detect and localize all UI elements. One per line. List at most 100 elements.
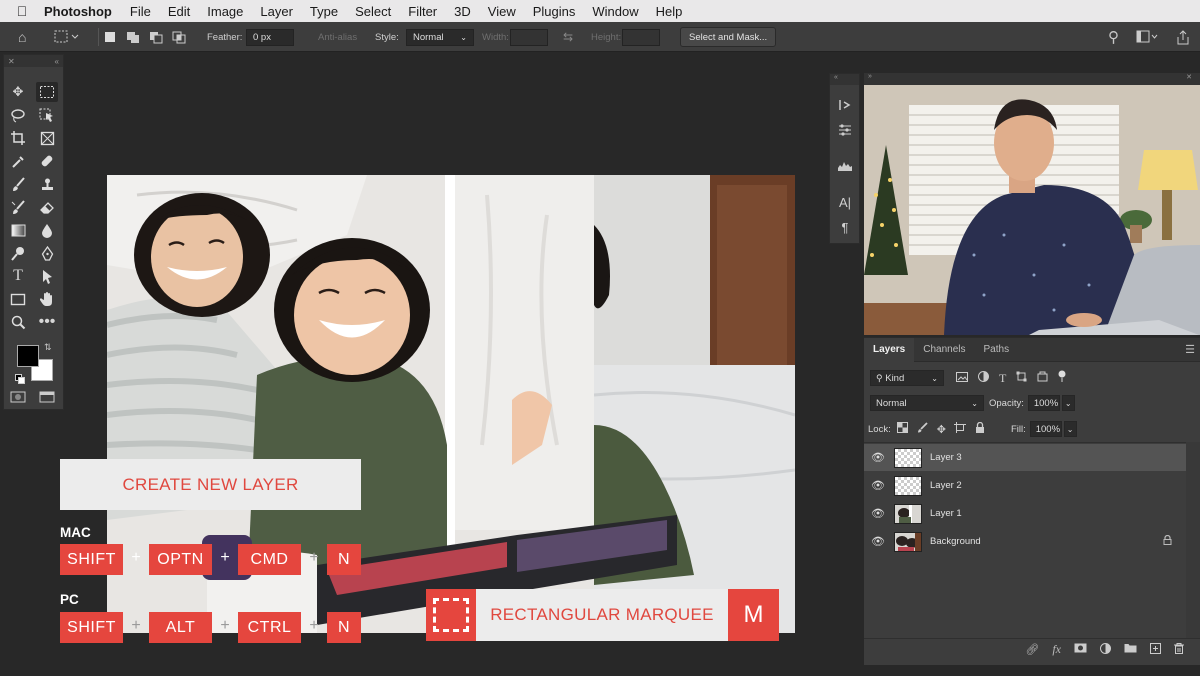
- menu-view[interactable]: View: [488, 4, 516, 19]
- close-icon[interactable]: ✕: [8, 57, 15, 66]
- fill-dropdown[interactable]: ⌄: [1063, 421, 1077, 437]
- paragraph-panel-icon[interactable]: ¶: [835, 217, 855, 237]
- filter-adjustment-icon[interactable]: [978, 371, 989, 385]
- layer-row-background[interactable]: 👁︎ Background: [864, 528, 1186, 555]
- filter-shape-icon[interactable]: [1016, 371, 1027, 385]
- antialias-checkbox[interactable]: Anti-alias: [318, 22, 357, 52]
- subtract-selection-icon[interactable]: [149, 22, 163, 52]
- apple-icon[interactable]: : [0, 3, 44, 19]
- layers-scrollbar[interactable]: [1186, 442, 1200, 638]
- rectangle-tool-icon[interactable]: [7, 289, 29, 309]
- fx-icon[interactable]: fx: [1052, 642, 1061, 657]
- app-menu[interactable]: Photoshop: [44, 4, 112, 19]
- adjustment-layer-icon[interactable]: [1100, 642, 1111, 657]
- tab-layers[interactable]: Layers: [864, 337, 915, 362]
- hand-tool-icon[interactable]: [36, 289, 58, 309]
- tab-channels[interactable]: Channels: [914, 338, 974, 362]
- collapse-icon[interactable]: «: [55, 57, 59, 66]
- menu-layer[interactable]: Layer: [260, 4, 293, 19]
- blur-tool-icon[interactable]: [36, 220, 58, 240]
- strip-header[interactable]: «: [830, 74, 859, 85]
- filter-pixel-icon[interactable]: [956, 371, 968, 385]
- width-input[interactable]: [510, 28, 548, 46]
- menu-edit[interactable]: Edit: [168, 4, 190, 19]
- lock-all-icon[interactable]: [975, 421, 985, 436]
- layer-name[interactable]: Layer 2: [930, 480, 962, 491]
- pen-tool-icon[interactable]: [36, 243, 58, 263]
- screen-mode-icon[interactable]: [36, 387, 58, 407]
- visibility-eye-icon[interactable]: 👁︎: [864, 535, 892, 548]
- layer-row-layer-1[interactable]: 👁︎ Layer 1: [864, 500, 1186, 527]
- rectangular-marquee-tool-icon[interactable]: [36, 82, 58, 102]
- intersect-selection-icon[interactable]: [172, 22, 186, 52]
- new-selection-icon[interactable]: [104, 22, 116, 52]
- fill-input[interactable]: 100%: [1029, 421, 1062, 437]
- select-and-mask-button[interactable]: Select and Mask...: [680, 27, 777, 47]
- dodge-tool-icon[interactable]: [7, 243, 29, 263]
- lasso-tool-icon[interactable]: [7, 105, 29, 125]
- menu-window[interactable]: Window: [592, 4, 638, 19]
- eyedropper-tool-icon[interactable]: [7, 151, 29, 171]
- layer-row-layer-3[interactable]: 👁︎ Layer 3: [864, 444, 1186, 471]
- tab-paths[interactable]: Paths: [975, 338, 1019, 362]
- search-icon[interactable]: ⚲: [1108, 22, 1119, 52]
- history-brush-tool-icon[interactable]: [7, 197, 29, 217]
- more-tools-icon[interactable]: •••: [36, 312, 58, 332]
- add-mask-icon[interactable]: [1074, 643, 1087, 656]
- new-group-icon[interactable]: [1124, 643, 1137, 656]
- filter-toggle-icon[interactable]: [1058, 370, 1066, 386]
- history-panel-icon[interactable]: [835, 95, 855, 115]
- layer-lock-icon[interactable]: [1163, 534, 1172, 548]
- path-selection-tool-icon[interactable]: [36, 266, 58, 286]
- style-select[interactable]: Normal ⌄: [406, 28, 474, 46]
- share-icon[interactable]: [1176, 22, 1190, 52]
- menu-file[interactable]: File: [130, 4, 151, 19]
- healing-brush-tool-icon[interactable]: [36, 151, 58, 171]
- menu-help[interactable]: Help: [656, 4, 683, 19]
- histogram-panel-icon[interactable]: [835, 156, 855, 176]
- tool-preset-picker[interactable]: [54, 22, 80, 52]
- blend-mode-select[interactable]: Normal ⌄: [870, 395, 984, 411]
- visibility-eye-icon[interactable]: 👁︎: [864, 451, 892, 464]
- menu-select[interactable]: Select: [355, 4, 391, 19]
- layer-name[interactable]: Background: [930, 536, 981, 547]
- lock-position-icon[interactable]: ✥: [937, 423, 946, 436]
- filter-smart-object-icon[interactable]: [1037, 371, 1048, 385]
- delete-layer-icon[interactable]: [1174, 642, 1184, 657]
- menu-plugins[interactable]: Plugins: [533, 4, 576, 19]
- type-tool-icon[interactable]: T: [7, 266, 29, 286]
- object-selection-tool-icon[interactable]: [36, 105, 58, 125]
- filter-type-icon[interactable]: T: [999, 371, 1006, 386]
- panel-menu-icon[interactable]: ☰: [1185, 343, 1195, 356]
- new-layer-icon[interactable]: [1150, 642, 1161, 657]
- home-icon[interactable]: ⌂: [18, 22, 26, 52]
- link-layers-icon[interactable]: 🔗︎: [1025, 643, 1039, 656]
- swap-colors-icon[interactable]: ⇅: [44, 342, 52, 353]
- brush-tool-icon[interactable]: [7, 174, 29, 194]
- menu-image[interactable]: Image: [207, 4, 243, 19]
- add-to-selection-icon[interactable]: [126, 22, 140, 52]
- menu-filter[interactable]: Filter: [408, 4, 437, 19]
- clone-stamp-tool-icon[interactable]: [36, 174, 58, 194]
- layer-row-layer-2[interactable]: 👁︎ Layer 2: [864, 472, 1186, 499]
- lock-artboard-icon[interactable]: [953, 422, 966, 436]
- layer-name[interactable]: Layer 3: [930, 452, 962, 463]
- move-tool-icon[interactable]: ✥: [7, 82, 29, 102]
- zoom-tool-icon[interactable]: [7, 312, 29, 332]
- gradient-tool-icon[interactable]: [7, 220, 29, 240]
- filter-kind-select[interactable]: ⚲ Kind ⌄: [870, 370, 944, 386]
- lock-pixels-icon[interactable]: [917, 422, 928, 436]
- opacity-input[interactable]: 100%: [1027, 395, 1060, 411]
- close-icon[interactable]: ✕: [1186, 73, 1192, 85]
- visibility-eye-icon[interactable]: 👁︎: [864, 507, 892, 520]
- adjustments-panel-icon[interactable]: [835, 120, 855, 140]
- swap-dimensions-icon[interactable]: ⇆: [563, 22, 573, 52]
- opacity-dropdown[interactable]: ⌄: [1061, 395, 1075, 411]
- tools-panel-header[interactable]: ✕ «: [4, 55, 63, 67]
- menu-3d[interactable]: 3D: [454, 4, 471, 19]
- menu-type[interactable]: Type: [310, 4, 338, 19]
- layer-name[interactable]: Layer 1: [930, 508, 962, 519]
- eraser-tool-icon[interactable]: [36, 197, 58, 217]
- height-input[interactable]: [622, 28, 660, 46]
- expand-icon[interactable]: »: [868, 73, 872, 85]
